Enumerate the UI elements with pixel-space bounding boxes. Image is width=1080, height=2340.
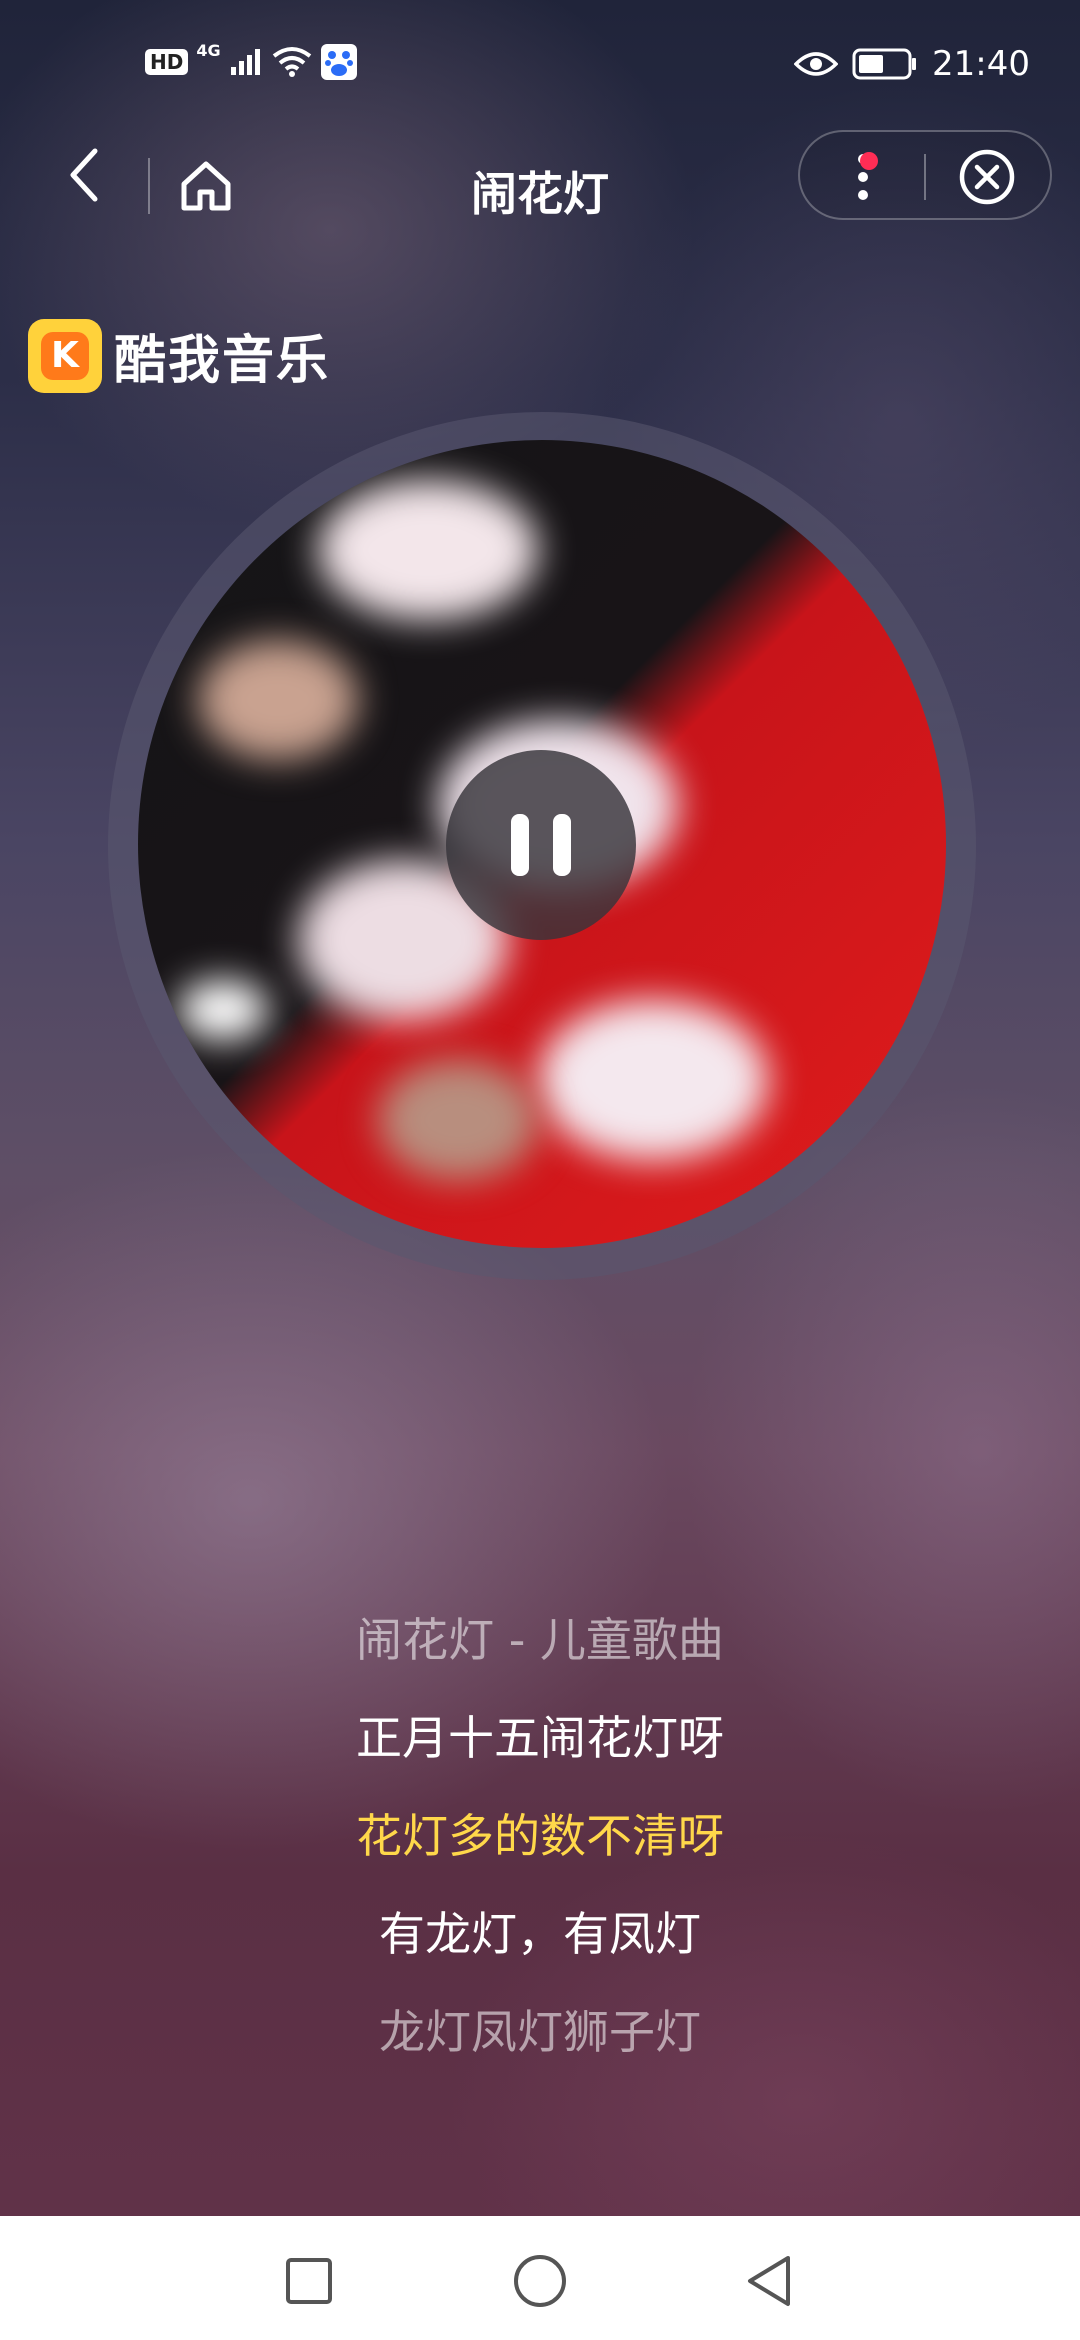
lyric-line: 有龙灯，有凤灯 <box>379 1907 701 1961</box>
chevron-left-icon <box>70 148 98 202</box>
back-triangle-icon <box>748 2256 790 2306</box>
close-circle-icon <box>959 149 1015 205</box>
battery-icon <box>852 48 917 80</box>
brand: K 酷我音乐 <box>28 318 330 393</box>
back-nav-button[interactable] <box>734 2246 804 2316</box>
hd-icon: HD <box>145 49 189 75</box>
pause-icon <box>511 814 529 876</box>
capsule-divider <box>924 154 926 200</box>
status-right-icons: 21:40 <box>794 44 1030 84</box>
recent-apps-button[interactable] <box>274 2246 344 2316</box>
notification-dot <box>860 152 878 170</box>
mini-app-header: 闹花灯 <box>0 130 1080 250</box>
home-icon <box>181 161 231 211</box>
pause-button[interactable] <box>446 750 636 940</box>
wifi-icon <box>272 47 311 77</box>
pause-icon-bar <box>553 814 571 876</box>
kuwo-logo-icon: K <box>28 318 102 393</box>
lyric-line: 闹花灯 - 儿童歌曲 <box>356 1613 724 1667</box>
status-bar: HD 4G 21:40 <box>0 0 1080 130</box>
brand-name: 酷我音乐 <box>114 331 331 391</box>
lyric-line: 正月十五闹花灯呀 <box>356 1711 724 1765</box>
signal-icon <box>230 49 260 75</box>
more-button[interactable] <box>828 142 898 212</box>
logo-letter: K <box>41 331 89 380</box>
home-button[interactable] <box>170 150 242 222</box>
lyric-line-active: 花灯多的数不清呀 <box>356 1809 724 1863</box>
eye-icon <box>794 52 839 76</box>
home-nav-button[interactable] <box>505 2246 575 2316</box>
network-type: 4G <box>196 40 221 60</box>
page-title: 闹花灯 <box>471 167 609 221</box>
close-button[interactable] <box>952 142 1022 212</box>
home-circle-icon <box>514 2255 566 2307</box>
baidu-icon <box>320 44 357 80</box>
system-nav-bar <box>0 2216 1080 2340</box>
status-left-icons: HD 4G <box>145 40 357 80</box>
lyric-line: 龙灯凤灯狮子灯 <box>379 2005 701 2059</box>
recent-apps-icon <box>286 2258 332 2304</box>
clock: 21:40 <box>932 44 1030 84</box>
header-divider <box>148 158 150 214</box>
menu-capsule <box>798 130 1052 220</box>
back-button[interactable] <box>55 140 115 210</box>
lyrics-panel: 闹花灯 - 儿童歌曲 正月十五闹花灯呀 花灯多的数不清呀 有龙灯，有凤灯 龙灯凤… <box>0 1605 1080 2095</box>
